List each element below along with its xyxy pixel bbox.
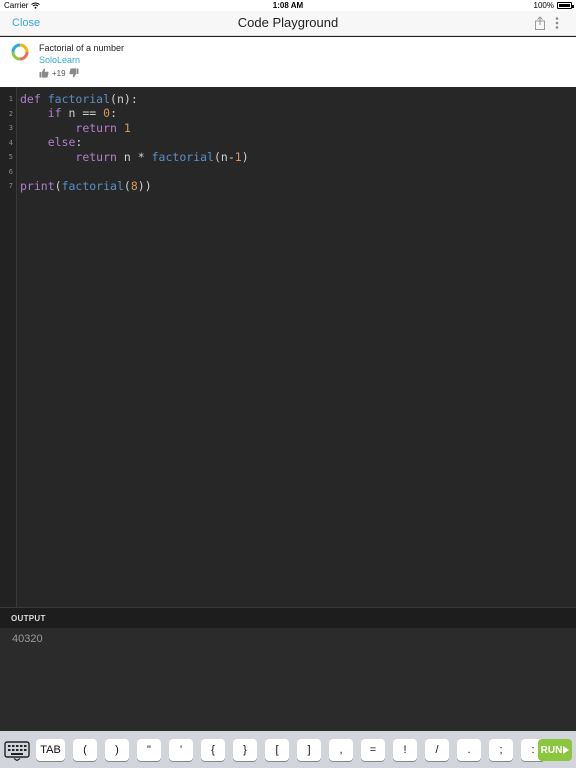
symbol-key[interactable]: ) [105, 739, 129, 761]
line-number: 3 [8, 124, 13, 132]
page-title: Code Playground [237, 15, 339, 30]
symbol-key[interactable]: ( [73, 739, 97, 761]
line-number: 6 [8, 168, 13, 176]
line-number: 7 [8, 182, 13, 190]
symbol-toolbar: TAB() " '{}[], =! /.;: [0, 731, 576, 768]
symbol-key[interactable]: ' [169, 739, 193, 761]
symbol-key[interactable]: ] [297, 739, 321, 761]
output-header: OUTPUT [0, 607, 576, 628]
code-line[interactable]: return n * factorial(n-1) [20, 150, 248, 164]
line-number-gutter: 1 2 3 4 5 6 7 [0, 87, 17, 607]
code-title: Factorial of a number [39, 43, 125, 53]
code-line[interactable]: if n == 0: [20, 106, 117, 120]
thumbs-down-icon[interactable] [68, 68, 79, 78]
sololearn-logo-icon [11, 43, 29, 61]
run-button[interactable]: RUN [538, 739, 572, 761]
line-number: 5 [8, 153, 13, 161]
code-info-header: Factorial of a number SoloLearn +19 [0, 37, 576, 87]
battery-icon [557, 2, 574, 9]
line-number: 4 [8, 139, 13, 147]
more-options-icon[interactable] [555, 16, 559, 30]
symbol-key[interactable]: } [233, 739, 257, 761]
symbol-key[interactable]: { [201, 739, 225, 761]
code-line[interactable]: return 1 [20, 121, 130, 135]
battery-percent: 100% [533, 1, 554, 10]
symbol-key[interactable]: . [457, 739, 481, 761]
run-label: RUN [540, 744, 563, 756]
symbol-key[interactable]: , [329, 739, 353, 761]
status-bar: Carrier 1:08 AM 100% [0, 0, 576, 11]
symbol-key[interactable]: ; [489, 739, 513, 761]
vote-count: +19 [52, 68, 66, 78]
battery-info: 100% [533, 1, 574, 10]
symbol-key[interactable]: / [425, 739, 449, 761]
vote-bar: +19 [39, 68, 79, 78]
code-line[interactable]: print(factorial(8)) [20, 179, 152, 193]
line-number: 1 [8, 95, 13, 103]
keyboard-toggle-icon[interactable] [4, 739, 30, 761]
code-line[interactable]: else: [20, 135, 83, 149]
symbol-key[interactable]: ! [393, 739, 417, 761]
clock: 1:08 AM [272, 1, 304, 10]
code-editor[interactable]: 1 2 3 4 5 6 7 def factorial(n): if n == … [0, 87, 576, 607]
play-icon [563, 746, 570, 754]
author-link[interactable]: SoloLearn [39, 55, 80, 65]
output-panel: 40320 [0, 628, 576, 731]
share-icon[interactable] [534, 16, 546, 30]
code-line[interactable]: def factorial(n): [20, 92, 138, 106]
symbol-key[interactable]: TAB [36, 739, 65, 761]
symbol-key[interactable]: " [137, 739, 161, 761]
thumbs-up-icon[interactable] [39, 68, 49, 78]
output-label: OUTPUT [11, 614, 46, 623]
nav-bar: Close Code Playground [0, 11, 576, 36]
output-text: 40320 [12, 633, 43, 645]
line-number: 2 [8, 110, 13, 118]
symbol-key[interactable]: = [361, 739, 385, 761]
symbol-key[interactable]: [ [265, 739, 289, 761]
